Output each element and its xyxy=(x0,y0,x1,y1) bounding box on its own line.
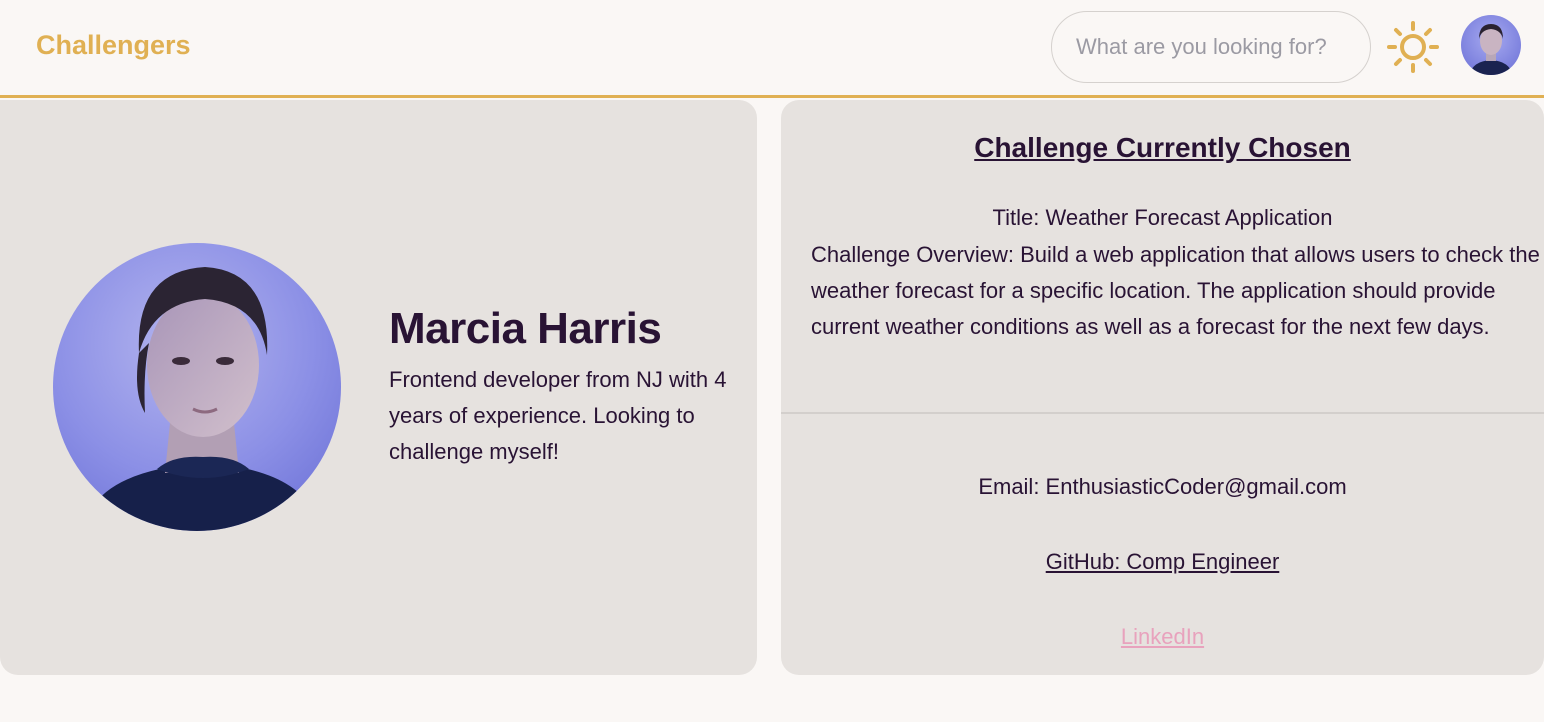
contact-email: Email: EnthusiasticCoder@gmail.com xyxy=(978,474,1347,499)
profile-card: Marcia Harris Frontend developer from NJ… xyxy=(0,100,757,675)
profile-name: Marcia Harris xyxy=(389,304,662,353)
challenge-title: Title: Weather Forecast Application xyxy=(992,205,1333,230)
challenge-overview: Challenge Overview: Build a web applicat… xyxy=(811,242,1540,339)
sun-icon[interactable] xyxy=(1386,20,1440,74)
user-avatar-button[interactable] xyxy=(1461,15,1521,75)
navbar: Challengers xyxy=(0,0,1544,98)
brand-logo-link[interactable]: Challengers xyxy=(36,30,191,61)
profile-bio: Frontend developer from NJ with 4 years … xyxy=(389,367,727,464)
github-link[interactable]: GitHub: Comp Engineer xyxy=(1046,549,1280,574)
linkedin-link[interactable]: LinkedIn xyxy=(1121,624,1204,649)
divider xyxy=(781,412,1544,414)
challenge-card: Challenge Currently Chosen Title: Weathe… xyxy=(781,100,1544,675)
challenge-heading: Challenge Currently Chosen xyxy=(974,132,1351,163)
profile-avatar xyxy=(53,243,341,531)
search-input[interactable] xyxy=(1051,11,1371,83)
